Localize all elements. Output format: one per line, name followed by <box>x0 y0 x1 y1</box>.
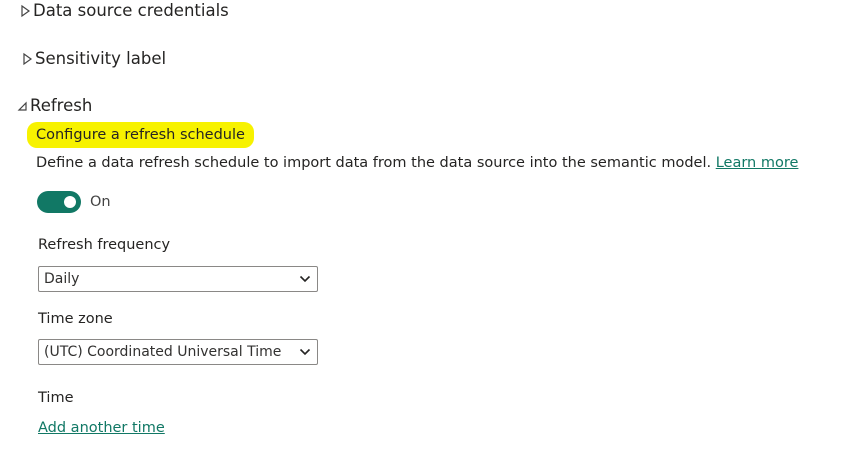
caret-right-icon <box>19 4 31 18</box>
select-value: Daily <box>44 271 80 287</box>
section-label: Sensitivity label <box>35 49 167 68</box>
time-label: Time <box>38 390 74 406</box>
select-value: (UTC) Coordinated Universal Time <box>44 344 282 360</box>
chevron-down-icon <box>299 275 311 283</box>
chevron-down-icon <box>299 348 311 356</box>
refresh-description: Define a data refresh schedule to import… <box>36 155 798 171</box>
caret-right-icon <box>21 52 33 66</box>
section-label: Data source credentials <box>33 1 229 20</box>
section-sensitivity-label[interactable]: Sensitivity label <box>21 49 166 68</box>
toggle-state-label: On <box>90 194 111 210</box>
refresh-toggle-row: On <box>37 191 111 213</box>
caret-down-icon <box>16 99 28 113</box>
learn-more-link[interactable]: Learn more <box>716 155 799 171</box>
section-label: Refresh <box>30 96 93 115</box>
toggle-knob <box>64 196 76 208</box>
time-zone-select[interactable]: (UTC) Coordinated Universal Time <box>38 339 318 365</box>
refresh-toggle[interactable] <box>37 191 81 213</box>
time-zone-label: Time zone <box>38 311 113 327</box>
refresh-schedule-title: Configure a refresh schedule <box>27 122 254 148</box>
refresh-frequency-select[interactable]: Daily <box>38 266 318 292</box>
add-another-time-link[interactable]: Add another time <box>38 420 165 436</box>
description-text: Define a data refresh schedule to import… <box>36 155 712 171</box>
section-data-source-credentials[interactable]: Data source credentials <box>19 1 229 20</box>
section-refresh[interactable]: Refresh <box>16 96 92 115</box>
refresh-frequency-label: Refresh frequency <box>38 237 171 253</box>
